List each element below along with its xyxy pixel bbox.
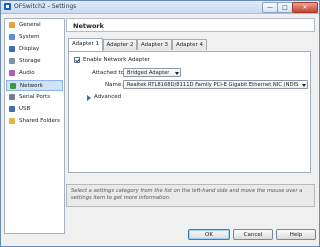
adapter-name-value: Realtek RTL8168D/8111D Family PCI-E Giga… [127, 82, 298, 88]
general-icon [9, 22, 15, 28]
button-label: OK [205, 232, 213, 238]
tab-label: Adapter 1 [71, 41, 100, 47]
maximize-button[interactable]: □ [277, 2, 293, 13]
sidebar-item-label: Serial Ports [19, 94, 51, 100]
network-icon [10, 83, 16, 89]
sidebar-item-label: Display [19, 46, 40, 52]
minimize-button[interactable]: — [262, 2, 278, 13]
storage-icon [9, 58, 15, 64]
enable-network-adapter-label: Enable Network Adapter [83, 57, 151, 63]
cancel-button[interactable]: Cancel [233, 229, 273, 240]
info-text: Select a settings category from the list… [71, 188, 303, 201]
chevron-down-icon [302, 84, 306, 87]
chevron-down-icon [175, 72, 179, 75]
info-panel: Select a settings category from the list… [66, 184, 315, 207]
system-icon [9, 34, 15, 40]
virtualbox-icon [4, 3, 11, 10]
name-label: Name: [105, 82, 124, 88]
tab-adapter-4[interactable]: Adapter 4 [172, 39, 207, 50]
sidebar-item-storage[interactable]: Storage [6, 56, 63, 67]
audio-icon [9, 70, 15, 76]
sidebar-item-audio[interactable]: Audio [6, 68, 63, 79]
tab-adapter-1[interactable]: Adapter 1 [68, 38, 103, 51]
sidebar-item-label: System [19, 34, 40, 40]
sidebar-item-usb[interactable]: USB [6, 104, 63, 115]
serial-ports-icon [9, 94, 15, 100]
sidebar-item-label: Storage [19, 58, 41, 64]
help-button[interactable]: Help [276, 229, 316, 240]
tab-label: Adapter 3 [140, 42, 169, 48]
attached-to-label: Attached to: [92, 70, 126, 76]
tab-adapter-3[interactable]: Adapter 3 [137, 39, 172, 50]
usb-icon [9, 106, 15, 112]
tab-label: Adapter 4 [175, 42, 204, 48]
title-bar: OFSwitch2 - Settings — □ ✕ [1, 1, 319, 14]
attached-to-value: Bridged Adapter [127, 70, 170, 76]
adapter-name-select[interactable]: Realtek RTL8168D/8111D Family PCI-E Giga… [123, 80, 308, 89]
page-title: Network [73, 22, 104, 30]
sidebar-item-serial-ports[interactable]: Serial Ports [6, 92, 63, 103]
expand-triangle-icon[interactable] [87, 95, 91, 101]
attached-to-select[interactable]: Bridged Adapter [123, 68, 181, 77]
tab-label: Adapter 2 [106, 42, 134, 48]
display-icon [9, 46, 15, 52]
settings-category-list: General System Display Storage Audio Net… [4, 18, 65, 234]
section-header: Network [66, 18, 315, 32]
sidebar-item-display[interactable]: Display [6, 44, 63, 55]
advanced-toggle[interactable]: Advanced [94, 94, 121, 100]
sidebar-item-general[interactable]: General [6, 20, 63, 31]
sidebar-item-system[interactable]: System [6, 32, 63, 43]
ok-button[interactable]: OK [188, 229, 230, 240]
sidebar-item-label: USB [19, 106, 31, 112]
sidebar-item-label: General [19, 22, 41, 28]
sidebar-item-network[interactable]: Network [6, 80, 63, 91]
shared-folders-icon [9, 118, 15, 124]
sidebar-item-shared-folders[interactable]: Shared Folders [6, 116, 63, 127]
window-title: OFSwitch2 - Settings [14, 3, 77, 10]
sidebar-item-label: Audio [19, 70, 35, 76]
button-label: Help [289, 232, 303, 238]
enable-network-adapter-checkbox[interactable] [74, 57, 80, 63]
close-button[interactable]: ✕ [292, 2, 318, 13]
tab-adapter-2[interactable]: Adapter 2 [103, 39, 137, 50]
sidebar-item-label: Shared Folders [19, 118, 60, 124]
button-label: Cancel [243, 232, 263, 238]
sidebar-item-label: Network [20, 83, 43, 89]
